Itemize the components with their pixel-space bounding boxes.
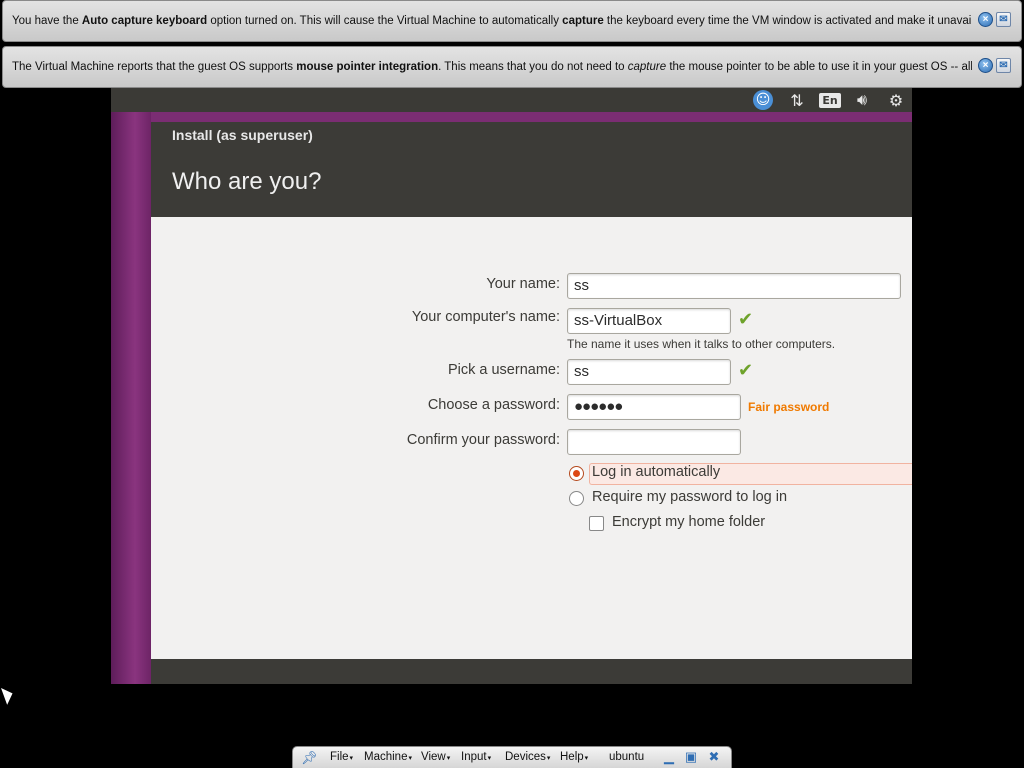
checkbox-encrypt-home[interactable] — [589, 516, 604, 531]
menu-file[interactable]: File — [330, 751, 353, 763]
gear-icon[interactable]: ⚙ — [885, 90, 907, 110]
close-icon[interactable]: ✖ — [706, 749, 722, 765]
radio-require-password[interactable] — [569, 491, 584, 506]
network-icon[interactable]: ⇅ — [786, 90, 808, 110]
menu-help[interactable]: Help — [560, 751, 588, 763]
menu-view[interactable]: View — [421, 751, 450, 763]
do-not-show-again-icon[interactable]: ✉ — [996, 58, 1011, 73]
close-icon[interactable]: × — [978, 12, 993, 27]
pin-icon[interactable]: 📌︎ — [301, 750, 318, 766]
valid-check-icon: ✔ — [738, 309, 754, 330]
guest-desktop-background — [111, 112, 151, 684]
vm-name: ubuntu — [609, 751, 645, 763]
menu-devices[interactable]: Devices — [505, 751, 550, 763]
notification-text: You have the Auto capture keyboard optio… — [12, 15, 972, 27]
username-input[interactable]: ss — [567, 359, 731, 385]
menu-input[interactable]: Input — [461, 751, 491, 763]
password-strength-label: Fair password — [748, 400, 830, 414]
notification-auto-capture: You have the Auto capture keyboard optio… — [2, 0, 1022, 42]
option-log-in-automatically[interactable]: Log in automatically — [592, 464, 720, 480]
restore-icon[interactable]: ▣ — [683, 749, 699, 765]
mouse-cursor-icon — [1, 684, 16, 705]
option-encrypt-home[interactable]: Encrypt my home folder — [612, 514, 765, 530]
confirm-password-label: Confirm your password: — [406, 432, 560, 448]
confirm-password-input[interactable] — [567, 429, 741, 455]
do-not-show-again-icon[interactable]: ✉ — [996, 12, 1011, 27]
window-title: Install (as superuser) — [172, 127, 313, 143]
volume-icon[interactable]: 🔊︎ — [849, 90, 875, 110]
accessibility-icon[interactable]: ☺ — [752, 90, 774, 110]
installer-window: Install (as superuser) Who are you? Your… — [151, 122, 912, 684]
virtualbox-mini-toolbar: 📌︎ File Machine View Input Devices Help … — [292, 746, 732, 768]
minimize-icon[interactable]: ▁ — [661, 749, 677, 765]
installer-footer — [151, 659, 912, 684]
notification-text: The Virtual Machine reports that the gue… — [12, 61, 972, 73]
page-title: Who are you? — [172, 168, 322, 195]
installer-header: Install (as superuser) Who are you? — [151, 122, 912, 217]
close-icon[interactable]: × — [978, 58, 993, 73]
computer-name-input[interactable]: ss-VirtualBox — [567, 308, 731, 334]
computer-name-hint: The name it uses when it talks to other … — [567, 337, 836, 351]
guest-top-panel: ☺ ⇅ En 🔊︎ ⚙ — [111, 88, 912, 112]
keyboard-language-indicator[interactable]: En — [819, 90, 841, 110]
your-name-input[interactable]: ss — [567, 273, 901, 299]
computer-name-label: Your computer's name: — [411, 309, 560, 325]
password-label: Choose a password: — [427, 397, 560, 413]
password-input[interactable]: ●●●●●● — [567, 394, 741, 420]
username-label: Pick a username: — [447, 362, 560, 378]
menu-machine[interactable]: Machine — [364, 751, 412, 763]
notification-mouse-integration: The Virtual Machine reports that the gue… — [2, 46, 1022, 88]
radio-log-in-automatically[interactable] — [569, 466, 584, 481]
option-require-password[interactable]: Require my password to log in — [592, 489, 787, 505]
your-name-label: Your name: — [486, 276, 560, 292]
vm-screen[interactable]: ☺ ⇅ En 🔊︎ ⚙ Install (as superuser) Who a… — [111, 88, 912, 684]
valid-check-icon: ✔ — [738, 360, 754, 381]
